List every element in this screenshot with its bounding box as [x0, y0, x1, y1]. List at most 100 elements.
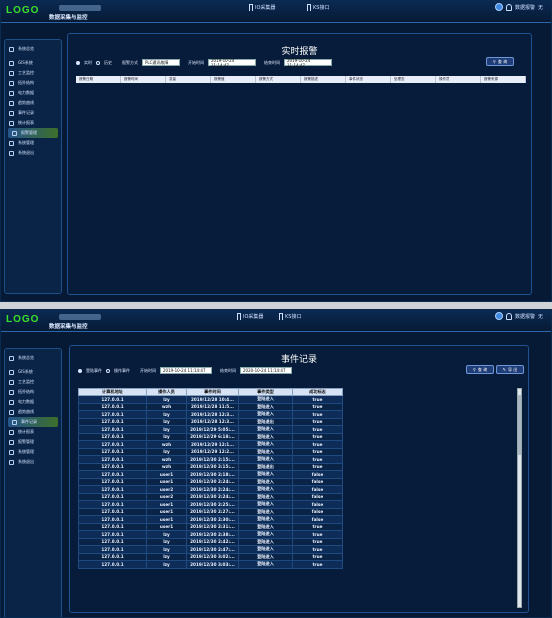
col-header[interactable]: 操作员: [436, 76, 481, 83]
table-cell: true: [292, 530, 343, 539]
sidebar-item-system[interactable]: 系统管理: [5, 447, 61, 457]
table-row[interactable]: 127.0.0.1 lzy 2019/12/28 10:4... 登陆进入 true: [78, 395, 343, 404]
search-icon: ⚲: [472, 367, 476, 372]
sidebar-item-exit[interactable]: 系统退出: [5, 148, 61, 158]
scroll-thumb[interactable]: [518, 395, 521, 455]
table-scrollbar[interactable]: [517, 388, 522, 608]
sidebar-item-power[interactable]: 电力数据: [5, 88, 61, 98]
table-row[interactable]: 127.0.0.1 lzy 2019/12/29 6:18:... 登陆进入 true: [78, 432, 343, 441]
sidebar-item-topology[interactable]: 拓扑结构: [5, 78, 61, 88]
start-time-input[interactable]: 2019-10-24 11:14:47: [160, 367, 212, 374]
sidebar-item-system[interactable]: 系统管理: [5, 138, 61, 148]
sidebar-item-alarm[interactable]: 报警管理: [8, 128, 58, 138]
table-row[interactable]: 127.0.0.1 lzy 2019/12/30 2:47:... 登陆进入 true: [78, 545, 343, 554]
col-header[interactable]: 报警描述: [301, 76, 346, 83]
table-cell: true: [292, 552, 343, 561]
table-row[interactable]: 127.0.0.1 lzy 2019/12/29 5:05:... 登陆进入 true: [78, 425, 343, 434]
io-collector-indicator[interactable]: IO采集器: [249, 4, 275, 11]
col-header[interactable]: 报警来源: [481, 76, 526, 83]
table-row[interactable]: 127.0.0.1 user1 2019/12/30 2:24:... 登陆进入 fal…: [78, 477, 343, 486]
table-row[interactable]: 127.0.0.1 wzh 2019/12/28 11:5... 登陆进入 true: [78, 402, 343, 411]
sidebar-item-power[interactable]: 电力数据: [5, 397, 61, 407]
ks-interface-indicator[interactable]: KS接口: [279, 313, 301, 320]
radio-operate-events[interactable]: [106, 368, 110, 373]
table-row[interactable]: 127.0.0.1 lzy 2019/12/30 3:03:... 登陆进入 true: [78, 560, 343, 569]
table-row[interactable]: 127.0.0.1 lzy 2019/12/29 12:2... 登陆进入 true: [78, 447, 343, 456]
sidebar-item-gis[interactable]: GIS系统: [5, 58, 61, 68]
avatar[interactable]: [494, 312, 503, 320]
sidebar-item-events[interactable]: 事件记录: [8, 417, 58, 427]
radio-login-events[interactable]: [78, 368, 82, 373]
end-time-input[interactable]: 2020-10-24 11:14:47: [240, 367, 292, 374]
table-cell: 127.0.0.1: [78, 552, 147, 561]
table-row[interactable]: 127.0.0.1 user1 2019/12/30 2:27:... 登陆进入 fal…: [78, 507, 343, 516]
table-row[interactable]: 127.0.0.1 lzy 2019/12/28 12:3... 登陆进入 true: [78, 410, 343, 419]
col-header[interactable]: 报警值: [211, 76, 256, 83]
col-header[interactable]: 事件时间: [186, 388, 239, 396]
alarm-type-select[interactable]: PLC通讯故障: [142, 59, 180, 66]
sidebar-item-topology[interactable]: 拓扑结构: [5, 387, 61, 397]
sidebar-item-exit[interactable]: 系统退出: [5, 457, 61, 467]
col-header[interactable]: 事件类型: [238, 388, 293, 396]
table-row[interactable]: 127.0.0.1 lzy 2019/12/30 2:38:... 登陆进入 true: [78, 530, 343, 539]
table-cell: true: [292, 402, 343, 411]
radio-realtime[interactable]: [76, 60, 80, 65]
bell-icon[interactable]: [505, 312, 512, 320]
sidebar-item-report[interactable]: 统计报表: [5, 427, 61, 437]
table-cell: 登陆进入: [238, 545, 293, 554]
table-cell: 登陆退出: [238, 462, 293, 471]
table-row[interactable]: 127.0.0.1 user2 2019/12/30 2:24:... 登陆进入 fal…: [78, 485, 343, 494]
table-row[interactable]: 127.0.0.1 user1 2019/12/30 2:30:... 登陆进入 fal…: [78, 515, 343, 524]
io-collector-indicator[interactable]: IO采集器: [237, 313, 263, 320]
table-row[interactable]: 127.0.0.1 wzh 2019/12/30 2:15:... 登陆进入 true: [78, 455, 343, 464]
bell-icon[interactable]: [505, 3, 512, 11]
table-cell: false: [292, 492, 343, 501]
sidebar-title[interactable]: 系统总览: [5, 353, 61, 363]
table-row[interactable]: 127.0.0.1 lzy 2019/12/28 12:3... 登陆退出 true: [78, 417, 343, 426]
table-row[interactable]: 127.0.0.1 lzy 2019/12/30 3:02:... 登陆进入 true: [78, 552, 343, 561]
sidebar-item-report[interactable]: 统计报表: [5, 118, 61, 128]
query-button[interactable]: ⚲ 查 询: [486, 57, 514, 66]
sidebar-item-process[interactable]: 工艺监控: [5, 68, 61, 78]
col-header[interactable]: 计算机地址: [78, 388, 147, 396]
sidebar-item-events[interactable]: 事件记录: [5, 108, 61, 118]
sidebar-item-gis[interactable]: GIS系统: [5, 367, 61, 377]
export-button[interactable]: ✎ 导 出: [496, 365, 524, 374]
table-row[interactable]: 127.0.0.1 wzh 2019/12/30 2:15:... 登陆退出 true: [78, 462, 343, 471]
table-row[interactable]: 127.0.0.1 user1 2019/12/30 2:18:... 登陆进入 fal…: [78, 470, 343, 479]
col-header[interactable]: 成功标志: [292, 388, 343, 396]
avatar[interactable]: [494, 3, 503, 11]
col-header[interactable]: 变量: [166, 76, 211, 83]
table-cell: 2019/12/30 2:27:...: [186, 507, 239, 516]
sidebar-item-alarm[interactable]: 报警管理: [5, 437, 61, 447]
col-header[interactable]: 报警日期: [76, 76, 121, 83]
sidebar-item-process[interactable]: 工艺监控: [5, 377, 61, 387]
table-row[interactable]: 127.0.0.1 wzh 2019/12/29 12:1... 登陆进入 true: [78, 440, 343, 449]
col-header[interactable]: 处理态: [391, 76, 436, 83]
table-row[interactable]: 127.0.0.1 user1 2019/12/30 2:25:... 登陆进入 fal…: [78, 500, 343, 509]
sidebar-item-trend[interactable]: 趋势曲线: [5, 98, 61, 108]
col-header[interactable]: 报警方式: [256, 76, 301, 83]
col-header[interactable]: 事件状态: [346, 76, 391, 83]
table-cell: 2019/12/29 6:18:...: [186, 432, 239, 441]
table-cell: false: [292, 470, 343, 479]
query-button[interactable]: ⚲ 查 询: [466, 365, 494, 374]
table-row[interactable]: 127.0.0.1 user2 2019/12/30 2:24:... 登陆进入 fal…: [78, 492, 343, 501]
sidebar-title[interactable]: 系统总览: [5, 44, 61, 54]
sidebar-item-trend[interactable]: 趋势曲线: [5, 407, 61, 417]
table-cell: lzy: [146, 537, 187, 546]
table-cell: 127.0.0.1: [78, 560, 147, 569]
radio-history[interactable]: [96, 60, 100, 65]
table-row[interactable]: 127.0.0.1 user1 2019/12/30 2:31:... 登陆进入 tru…: [78, 522, 343, 531]
app-title: 数据采集与监控: [49, 324, 88, 330]
ks-interface-indicator[interactable]: KS接口: [307, 4, 329, 11]
col-header[interactable]: 操作人员: [146, 388, 187, 396]
header-bar: LOGO 数据采集与监控 IO采集器 KS接口 数据报警 无: [1, 310, 551, 332]
col-header[interactable]: 报警时间: [121, 76, 166, 83]
table-cell: 2019/12/30 2:38:...: [186, 530, 239, 539]
table-cell: false: [292, 500, 343, 509]
start-time-input[interactable]: 2019-10-24 11:14:47: [208, 58, 256, 68]
table-cell: wzh: [146, 440, 187, 449]
table-row[interactable]: 127.0.0.1 lzy 2019/12/30 2:42:... 登陆进入 true: [78, 537, 343, 546]
end-time-input[interactable]: 2019-10-24 11:14:47: [284, 58, 332, 68]
